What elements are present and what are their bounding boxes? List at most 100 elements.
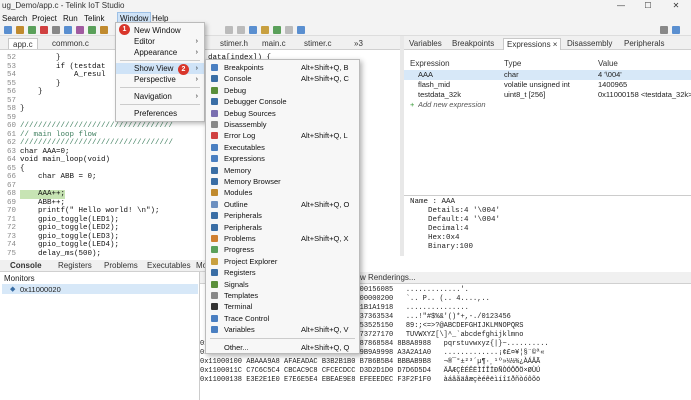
tab-app-c[interactable]: app.c (8, 38, 38, 49)
menu-item-perspective[interactable]: Perspective › (116, 74, 204, 85)
chevron-right-icon: › (195, 49, 198, 56)
show-view-label: Peripherals (224, 211, 262, 221)
show-view-item[interactable]: Outline Alt+Shift+Q, O (206, 199, 359, 210)
show-view-item[interactable]: Terminal (206, 301, 359, 312)
menu-separator (120, 60, 200, 61)
expression-row[interactable]: flash_mid volatile unsigned int 1400965 (404, 80, 691, 90)
toolbar-icon[interactable] (225, 26, 233, 34)
toolbar-icon[interactable] (249, 26, 257, 34)
toolbar-icon[interactable] (40, 26, 48, 34)
tab-breakpoints[interactable]: Breakpoints (449, 38, 497, 49)
menu-project[interactable]: Project (32, 13, 57, 24)
tab-problems[interactable]: Problems (104, 261, 138, 271)
show-view-item[interactable]: Variables Alt+Shift+Q, V (206, 324, 359, 335)
show-view-item[interactable]: Modules (206, 187, 359, 198)
show-view-item[interactable]: Problems Alt+Shift+Q, X (206, 233, 359, 244)
column-header-expression[interactable]: Expression (410, 59, 450, 68)
tab-peripherals[interactable]: Peripherals (621, 38, 667, 49)
expression-name: testdata_32k (418, 90, 461, 99)
menu-telink[interactable]: Telink (84, 13, 104, 24)
menu-item-label: New Window (134, 26, 181, 35)
perspective-icon[interactable] (672, 26, 680, 34)
toolbar-icon[interactable] (261, 26, 269, 34)
view-icon (211, 109, 218, 117)
toolbar-icon[interactable] (64, 26, 72, 34)
show-view-item[interactable]: Peripherals (206, 210, 359, 221)
menu-item-label: Preferences (134, 109, 178, 118)
show-view-item[interactable]: Breakpoints Alt+Shift+Q, B (206, 62, 359, 73)
tab-stimer-h[interactable]: stimer.h (216, 38, 252, 49)
menu-item-editor[interactable]: Editor › (116, 36, 204, 47)
main-toolbar (0, 24, 691, 36)
toolbar-icon[interactable] (16, 26, 24, 34)
show-view-item[interactable]: Expressions (206, 153, 359, 164)
code-line: } (20, 88, 43, 96)
expression-row[interactable]: AAA char 4 '\004' (404, 70, 691, 80)
tab-expressions[interactable]: Expressions × (503, 38, 562, 50)
view-icon (211, 132, 218, 140)
minimize-button[interactable]: — (611, 0, 631, 13)
show-view-item[interactable]: Console Alt+Shift+Q, C (206, 73, 359, 84)
maximize-button[interactable]: ☐ (638, 0, 658, 13)
show-view-item[interactable]: Progress (206, 244, 359, 255)
tab-overflow[interactable]: »3 (350, 38, 367, 49)
memory-row[interactable]: 0x1100011C C7C6C5C4 CBCAC9C8 CFCECDCC D3… (200, 367, 691, 376)
close-window-button[interactable]: ✕ (666, 0, 686, 13)
tab-variables[interactable]: Variables (406, 38, 445, 49)
memory-row[interactable]: 0x11000138 E3E2E1E0 E7E6E5E4 EBEAE9E8 EF… (200, 376, 691, 385)
show-view-item[interactable]: Signals (206, 279, 359, 290)
toolbar-icon[interactable] (4, 26, 12, 34)
tab-stimer-c[interactable]: stimer.c (300, 38, 336, 49)
menu-item-preferences[interactable]: Preferences (116, 108, 204, 119)
toolbar-icon[interactable] (237, 26, 245, 34)
show-view-item[interactable]: Memory (206, 165, 359, 176)
toolbar-icon[interactable] (52, 26, 60, 34)
tab-main-c[interactable]: main.c (258, 38, 290, 49)
tab-common-c[interactable]: common.c (48, 38, 93, 49)
tab-disassembly[interactable]: Disassembly (564, 38, 615, 49)
menu-search[interactable]: Search (2, 13, 27, 24)
show-view-item[interactable]: Peripherals (206, 222, 359, 233)
show-view-label: Registers (224, 268, 256, 278)
menu-item-show-view[interactable]: Show View › (116, 63, 204, 74)
show-view-item[interactable]: Error Log Alt+Shift+Q, L (206, 130, 359, 141)
tab-executables[interactable]: Executables (147, 261, 191, 271)
tab-new-renderings[interactable]: w Renderings... (360, 273, 416, 283)
show-view-item[interactable]: Debugger Console (206, 96, 359, 107)
toolbar-icon[interactable] (297, 26, 305, 34)
menu-run[interactable]: Run (63, 13, 78, 24)
column-header-value[interactable]: Value (598, 59, 618, 68)
show-view-item[interactable]: Templates (206, 290, 359, 301)
show-view-item[interactable]: Debug Sources (206, 108, 359, 119)
add-expression-row[interactable]: + Add new expression (404, 100, 691, 110)
menu-item-navigation[interactable]: Navigation › (116, 91, 204, 102)
toolbar-icon[interactable] (285, 26, 293, 34)
perspective-icon[interactable] (660, 26, 668, 34)
show-view-item[interactable]: Project Explorer (206, 256, 359, 267)
code-line: void main_loop(void) (20, 156, 111, 164)
monitor-address: 0x11000020 (20, 285, 61, 294)
expression-row[interactable]: testdata_32k uint8_t [256] 0x11000158 <t… (404, 90, 691, 100)
add-expression-label: Add new expression (418, 100, 486, 109)
tab-registers[interactable]: Registers (58, 261, 92, 271)
menu-item-appearance[interactable]: Appearance › (116, 47, 204, 58)
toolbar-icon[interactable] (88, 26, 96, 34)
menu-item-label: Navigation (134, 92, 172, 101)
show-view-item[interactable]: Other... Alt+Shift+Q, Q (206, 342, 359, 353)
toolbar-icon[interactable] (76, 26, 84, 34)
show-view-item[interactable]: Registers (206, 267, 359, 278)
show-view-label: Trace Control (224, 313, 270, 323)
show-view-item[interactable]: Trace Control (206, 313, 359, 324)
show-view-item[interactable]: Disassembly (206, 119, 359, 130)
tab-console[interactable]: Console (10, 261, 42, 271)
column-header-type[interactable]: Type (504, 59, 521, 68)
show-view-item[interactable]: Debug (206, 85, 359, 96)
toolbar-icon[interactable] (273, 26, 281, 34)
monitor-item[interactable]: ◆ 0x11000020 (2, 284, 198, 294)
toolbar-icon[interactable] (100, 26, 108, 34)
memory-row[interactable]: 0x11000100 ABAAA9A8 AFAEADAC B3B2B1B0 B7… (200, 358, 691, 367)
show-view-item[interactable]: Executables (206, 142, 359, 153)
show-view-item[interactable]: Memory Browser (206, 176, 359, 187)
toolbar-icon[interactable] (28, 26, 36, 34)
menu-item-label: Editor (134, 37, 155, 46)
